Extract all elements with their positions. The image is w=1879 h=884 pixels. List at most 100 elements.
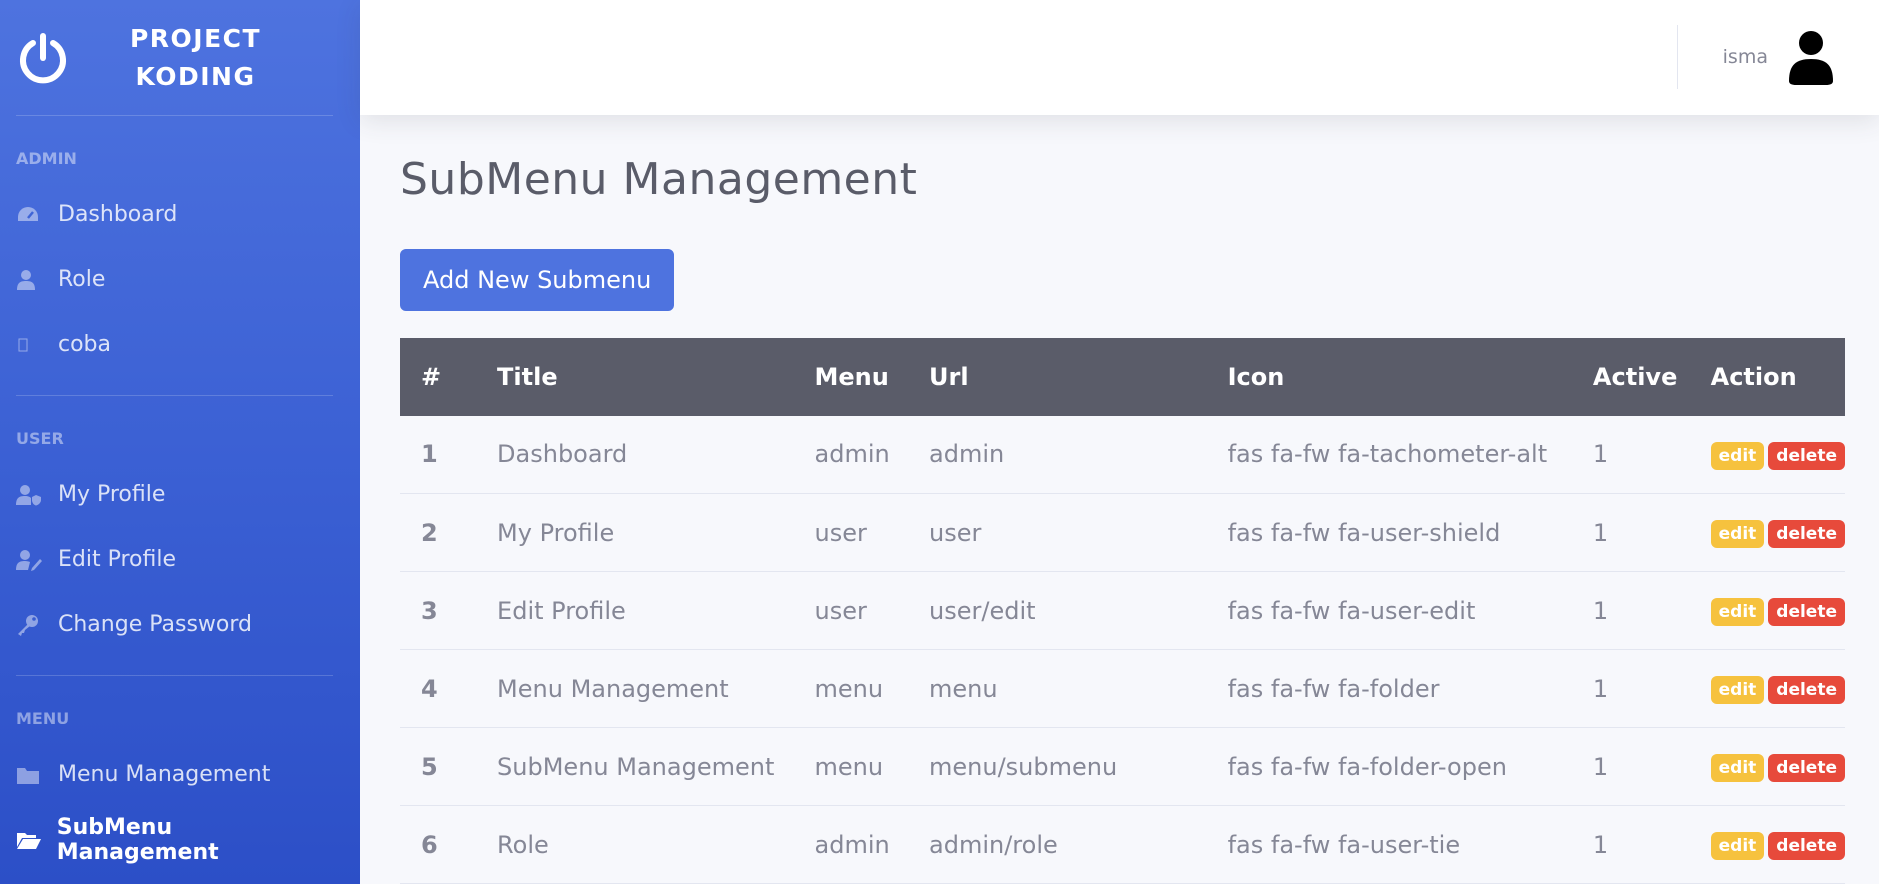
sidebar-item-label: SubMenu Management xyxy=(56,814,219,865)
sidebar-item-role[interactable]: Role xyxy=(16,247,333,312)
add-new-submenu-button[interactable]: Add New Submenu xyxy=(400,248,675,311)
sidebar-item-label: Edit Profile xyxy=(58,547,177,572)
table-row: 1 Dashboard admin admin fas fa-fw fa-tac… xyxy=(400,416,1845,494)
page-title: SubMenu Management xyxy=(400,153,918,205)
cell-number: 4 xyxy=(421,674,438,703)
cell-active: 1 xyxy=(1592,440,1609,469)
brand-line-2: KODING xyxy=(135,61,256,91)
column-header-action: Action xyxy=(1710,362,1797,391)
sidebar-item-label: My Profile xyxy=(58,482,166,507)
column-header-number: # xyxy=(421,362,442,391)
edit-button[interactable]: edit xyxy=(1710,676,1765,704)
cell-active: 1 xyxy=(1592,518,1609,547)
cell-icon: fas fa-fw fa-tachometer-alt xyxy=(1227,440,1548,469)
cell-title: Edit Profile xyxy=(497,596,626,625)
cell-icon: fas fa-fw fa-folder xyxy=(1227,674,1440,703)
edit-button[interactable]: edit xyxy=(1710,598,1765,626)
column-header-title: Title xyxy=(497,362,558,391)
cell-title: SubMenu Management xyxy=(497,752,775,781)
delete-button[interactable]: delete xyxy=(1768,441,1845,470)
cell-menu: menu xyxy=(814,752,884,781)
sidebar-item-label: Menu Management xyxy=(58,762,271,787)
cell-title: My Profile xyxy=(497,518,615,547)
sidebar-heading-user: USER xyxy=(16,429,64,448)
cell-menu: user xyxy=(814,596,867,625)
power-icon xyxy=(16,31,70,85)
table-body: 1 Dashboard admin admin fas fa-fw fa-tac… xyxy=(400,416,1845,884)
edit-button[interactable]: edit xyxy=(1710,520,1765,548)
cell-active: 1 xyxy=(1592,752,1609,781)
delete-button[interactable]: delete xyxy=(1768,676,1845,704)
cell-action: edit delete xyxy=(1690,650,1845,728)
sidebar-item-menu-management[interactable]: Menu Management xyxy=(16,742,333,807)
submenu-table: # Title Menu Url Icon Active Action 1 Da… xyxy=(400,337,1845,884)
edit-button[interactable]: edit xyxy=(1710,754,1765,782)
main-area: isma SubMenu Management Add New Submenu … xyxy=(360,0,1879,884)
cell-active: 1 xyxy=(1592,830,1609,859)
user-avatar-icon[interactable] xyxy=(1786,29,1836,86)
cell-active: 1 xyxy=(1592,674,1609,703)
brand[interactable]: PROJECT KODING xyxy=(16,0,333,116)
cell-number: 6 xyxy=(421,830,438,859)
cell-number: 1 xyxy=(421,440,438,469)
page-content: SubMenu Management Add New Submenu # Tit… xyxy=(360,115,1879,884)
sidebar-item-edit-profile[interactable]: Edit Profile xyxy=(16,527,333,592)
cell-menu: admin xyxy=(814,440,890,469)
user-edit-icon xyxy=(16,549,58,571)
user-shield-icon xyxy=(16,484,58,506)
table-row: 6 Role admin admin/role fas fa-fw fa-use… xyxy=(400,806,1845,884)
cell-menu: menu xyxy=(814,674,884,703)
sidebar-item-submenu-management[interactable]: SubMenu Management xyxy=(16,807,333,872)
delete-button[interactable]: delete xyxy=(1768,832,1845,860)
sidebar-item-coba[interactable]: coba xyxy=(16,312,333,377)
cell-url: user xyxy=(929,518,982,547)
sidebar-item-label: Change Password xyxy=(58,612,252,637)
table-header-row: # Title Menu Url Icon Active Action xyxy=(400,337,1845,416)
cell-url: menu/submenu xyxy=(929,752,1118,781)
delete-button[interactable]: delete xyxy=(1768,754,1845,782)
topbar: isma xyxy=(360,0,1879,115)
sidebar-item-label: Role xyxy=(58,267,106,292)
edit-button[interactable]: edit xyxy=(1710,832,1765,860)
cell-action: edit delete xyxy=(1690,416,1845,494)
cell-icon: fas fa-fw fa-user-edit xyxy=(1227,596,1476,625)
brand-name: PROJECT KODING xyxy=(70,20,333,96)
folder-icon xyxy=(16,765,58,785)
cell-action: edit delete xyxy=(1690,572,1845,650)
cell-title: Role xyxy=(497,830,549,859)
cell-menu: user xyxy=(814,518,867,547)
user-name[interactable]: isma xyxy=(1723,46,1768,68)
table-row: 4 Menu Management menu menu fas fa-fw fa… xyxy=(400,650,1845,728)
cell-action: edit delete xyxy=(1690,728,1845,806)
user-tie-icon xyxy=(16,269,58,291)
table-header: # Title Menu Url Icon Active Action xyxy=(400,337,1845,416)
sidebar-item-my-profile[interactable]: My Profile xyxy=(16,462,333,527)
table-row: 5 SubMenu Management menu menu/submenu f… xyxy=(400,728,1845,806)
sidebar-item-dashboard[interactable]: Dashboard xyxy=(16,182,333,247)
column-header-active: Active xyxy=(1592,362,1678,391)
edit-button[interactable]: edit xyxy=(1710,441,1765,470)
sidebar-item-label: coba xyxy=(58,332,112,357)
topbar-divider xyxy=(1676,25,1678,90)
cell-url: menu xyxy=(929,674,998,703)
cell-title: Menu Management xyxy=(497,674,729,703)
cell-number: 3 xyxy=(421,596,438,625)
sidebar-heading-menu: MENU xyxy=(16,709,70,728)
table-row: 2 My Profile user user fas fa-fw fa-user… xyxy=(400,494,1845,572)
cell-icon: fas fa-fw fa-user-tie xyxy=(1227,830,1461,859)
column-header-menu: Menu xyxy=(814,362,889,391)
cell-url: user/edit xyxy=(929,596,1036,625)
delete-button[interactable]: delete xyxy=(1768,520,1845,548)
app-root: PROJECT KODING ADMIN Dashboard Role coba xyxy=(0,0,1879,884)
folder-open-icon xyxy=(16,830,57,850)
sidebar: PROJECT KODING ADMIN Dashboard Role coba xyxy=(0,0,360,884)
missing-glyph-icon xyxy=(16,336,58,354)
column-header-icon: Icon xyxy=(1227,362,1285,391)
cell-url: admin/role xyxy=(929,830,1058,859)
cell-active: 1 xyxy=(1592,596,1609,625)
cell-title: Dashboard xyxy=(497,440,628,469)
sidebar-item-label: Dashboard xyxy=(58,202,178,227)
sidebar-item-change-password[interactable]: Change Password xyxy=(16,592,333,657)
cell-number: 5 xyxy=(421,752,438,781)
delete-button[interactable]: delete xyxy=(1768,598,1845,626)
